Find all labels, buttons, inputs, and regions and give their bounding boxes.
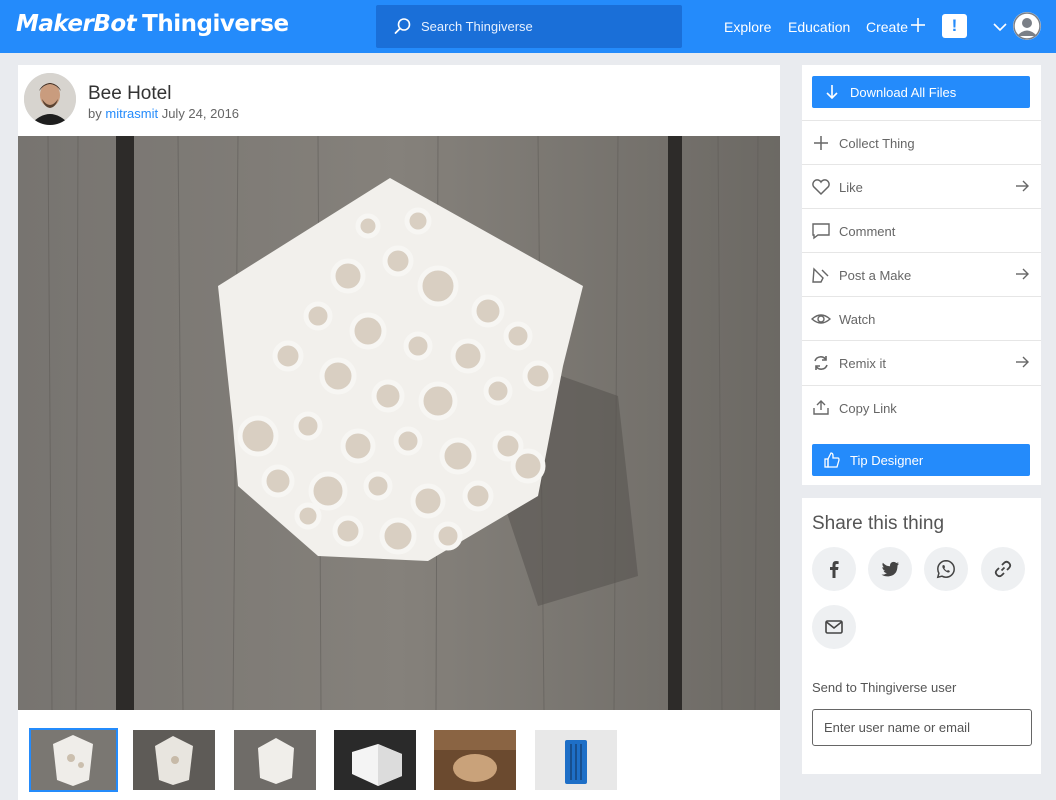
tip-label: Tip Designer: [850, 453, 924, 468]
byline-by: by: [88, 106, 102, 121]
thumbnail-2[interactable]: [133, 730, 215, 790]
nav-explore[interactable]: Explore: [724, 19, 771, 35]
action-copy-link[interactable]: Copy Link: [802, 385, 1041, 429]
notification-button[interactable]: !: [942, 14, 967, 38]
link-icon: [994, 560, 1012, 578]
thing-date: July 24, 2016: [161, 106, 240, 121]
link-share-button[interactable]: [981, 547, 1025, 591]
share-title: Share this thing: [812, 513, 945, 534]
twitter-icon: [881, 561, 899, 577]
site-logo[interactable]: MakerBot Thingiverse: [16, 11, 289, 37]
create-plus-icon[interactable]: [910, 17, 926, 33]
action-label: Watch: [839, 312, 876, 327]
send-to-user-label: Send to Thingiverse user: [812, 680, 957, 695]
logo-brand: MakerBot: [16, 11, 137, 37]
author-link[interactable]: mitrasmit: [105, 106, 158, 121]
thumbs-up-icon: [824, 452, 840, 468]
arrow-right-icon: [1016, 268, 1029, 280]
email-icon: [825, 620, 843, 634]
action-label: Copy Link: [839, 401, 897, 416]
thumbnail-5[interactable]: [434, 730, 516, 790]
twitter-share-button[interactable]: [868, 547, 912, 591]
nav-create[interactable]: Create: [866, 19, 908, 35]
thumbnail-6[interactable]: [535, 730, 617, 790]
user-avatar-icon[interactable]: [1013, 12, 1041, 40]
remix-icon: [814, 356, 828, 370]
share-panel: Share this thing Send to Thingiverse use…: [802, 498, 1041, 774]
thumbnail-1[interactable]: [29, 728, 118, 792]
thumbnail-strip: [18, 710, 780, 800]
download-label: Download All Files: [850, 85, 957, 100]
author-avatar[interactable]: [24, 73, 76, 125]
actions-panel: Download All Files Collect Thing Like Co…: [802, 65, 1041, 485]
send-to-user-input[interactable]: [812, 709, 1032, 746]
action-collect-thing[interactable]: Collect Thing: [802, 120, 1041, 164]
comment-icon: [812, 223, 830, 240]
thing-card: Bee Hotel by mitrasmit July 24, 2016: [18, 65, 780, 800]
facebook-icon: [830, 561, 839, 578]
facebook-share-button[interactable]: [812, 547, 856, 591]
thing-title: Bee Hotel: [88, 83, 172, 104]
action-label: Like: [839, 180, 863, 195]
heart-icon: [812, 179, 830, 196]
plus-icon: [814, 136, 828, 150]
eye-icon: [811, 314, 831, 324]
arrow-right-icon: [1016, 356, 1029, 368]
thing-byline: by mitrasmit July 24, 2016: [88, 106, 239, 121]
download-arrow-icon: [826, 85, 838, 100]
search-icon: [394, 18, 411, 34]
arrow-right-icon: [1016, 180, 1029, 192]
action-comment[interactable]: Comment: [802, 208, 1041, 252]
action-label: Remix it: [839, 356, 886, 371]
nav-education[interactable]: Education: [788, 19, 850, 35]
tip-designer-button[interactable]: Tip Designer: [812, 444, 1030, 476]
action-remix-it[interactable]: Remix it: [802, 340, 1041, 384]
action-label: Post a Make: [839, 268, 912, 283]
thumbnail-4[interactable]: [334, 730, 416, 790]
download-all-files-button[interactable]: Download All Files: [812, 76, 1030, 108]
make-icon: [812, 267, 829, 283]
action-like[interactable]: Like: [802, 164, 1041, 208]
main-photo[interactable]: [18, 136, 780, 710]
action-label: Collect Thing: [839, 136, 915, 151]
action-post-a-make[interactable]: Post a Make: [802, 252, 1041, 296]
top-header: MakerBot Thingiverse Search Thingiverse E…: [0, 0, 1056, 53]
email-share-button[interactable]: [812, 605, 856, 649]
logo-product: Thingiverse: [142, 11, 289, 37]
action-label: Comment: [839, 224, 896, 239]
action-watch[interactable]: Watch: [802, 296, 1041, 340]
search-bar[interactable]: Search Thingiverse: [376, 5, 682, 48]
chevron-down-icon[interactable]: [993, 22, 1007, 32]
search-placeholder: Search Thingiverse: [421, 19, 533, 34]
share-icon: [813, 400, 829, 415]
thumbnail-3[interactable]: [234, 730, 316, 790]
whatsapp-share-button[interactable]: [924, 547, 968, 591]
whatsapp-icon: [936, 560, 955, 579]
